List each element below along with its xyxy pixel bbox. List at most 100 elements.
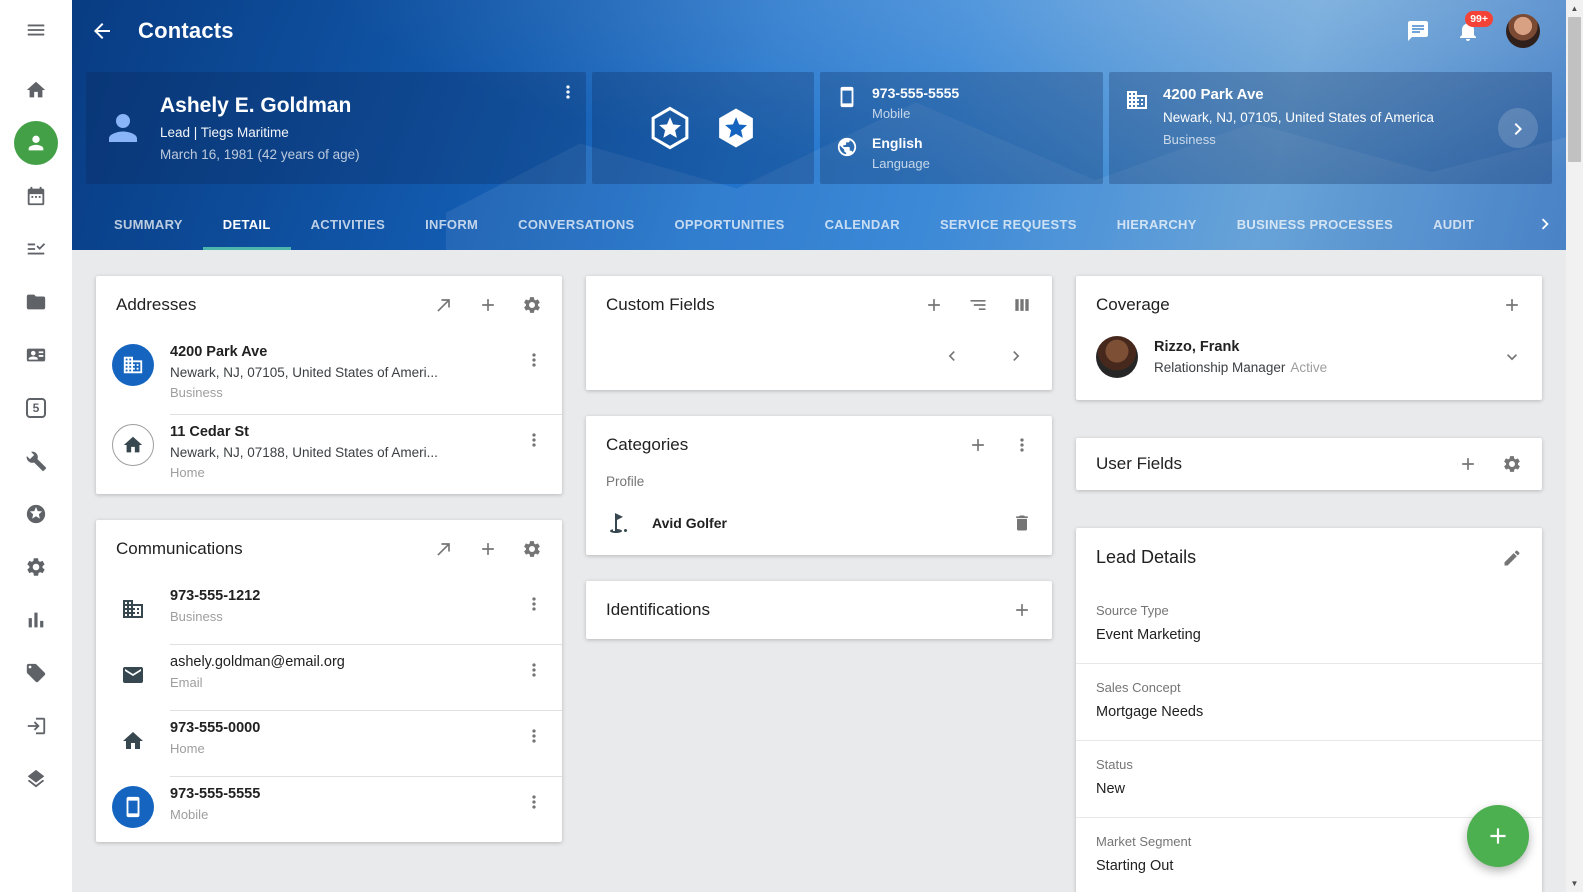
home-icon: [112, 720, 154, 762]
address-row-menu-button[interactable]: [524, 430, 544, 450]
address-next-button[interactable]: [1498, 108, 1538, 148]
addresses-open-button[interactable]: [434, 295, 454, 315]
tab-service-requests[interactable]: SERVICE REQUESTS: [920, 198, 1097, 250]
tab-activities[interactable]: ACTIVITIES: [291, 198, 406, 250]
user-fields-settings-button[interactable]: [1502, 454, 1522, 474]
kebab-icon: [524, 660, 544, 680]
column-1: Addresses 4200 Park Ave Newark, NJ, 0710…: [96, 276, 562, 842]
sidebar-item-contact-card[interactable]: [14, 333, 58, 377]
mobile-icon: [836, 86, 858, 108]
exit-icon: [25, 715, 47, 737]
scroll-up-arrow[interactable]: ▲: [1566, 0, 1583, 17]
communication-row-menu-button[interactable]: [524, 726, 544, 746]
tab-audit[interactable]: AUDIT: [1413, 198, 1494, 250]
tab-hierarchy[interactable]: HIERARCHY: [1097, 198, 1217, 250]
communication-row-menu-button[interactable]: [524, 792, 544, 812]
coverage-card: Coverage Rizzo, Frank Relationship Manag…: [1076, 276, 1542, 400]
communication-type: Email: [170, 675, 508, 690]
categories-menu-button[interactable]: [1012, 435, 1032, 455]
sidebar-item-speed-dial[interactable]: 5: [14, 386, 58, 430]
notifications-button[interactable]: 99+: [1456, 19, 1480, 43]
sidebar-item-offers[interactable]: [14, 651, 58, 695]
tab-opportunities[interactable]: OPPORTUNITIES: [655, 198, 805, 250]
address-row[interactable]: 4200 Park Ave Newark, NJ, 07105, United …: [96, 334, 562, 414]
primary-address-card: 4200 Park Ave Newark, NJ, 07105, United …: [1109, 72, 1552, 184]
identity-menu-button[interactable]: [558, 82, 578, 102]
tab-conversations[interactable]: CONVERSATIONS: [498, 198, 654, 250]
mobile-icon: [112, 786, 154, 828]
address-city-line: Newark, NJ, 07188, United States of Amer…: [170, 445, 508, 460]
communication-row-menu-button[interactable]: [524, 594, 544, 614]
back-arrow-icon: [90, 19, 114, 43]
sidebar-item-badges[interactable]: [14, 492, 58, 536]
badges-card: [592, 72, 814, 184]
sidebar-item-signout[interactable]: [14, 704, 58, 748]
communication-row[interactable]: 973-555-5555 Mobile: [96, 776, 562, 842]
address-row[interactable]: 11 Cedar St Newark, NJ, 07188, United St…: [96, 414, 562, 494]
address-type: Home: [170, 465, 508, 480]
hexagon-star-badge-icon[interactable]: [647, 105, 693, 151]
sort-icon: [968, 295, 988, 315]
communication-row[interactable]: 973-555-1212 Business: [96, 578, 562, 644]
plus-icon: [1458, 454, 1478, 474]
sidebar-item-home[interactable]: [14, 68, 58, 112]
tabs-overflow-button[interactable]: [1534, 213, 1556, 235]
categories-add-button[interactable]: [968, 435, 988, 455]
custom-fields-sort-button[interactable]: [968, 295, 988, 315]
identifications-card: Identifications: [586, 581, 1052, 639]
communications-settings-button[interactable]: [522, 539, 542, 559]
tab-business-processes[interactable]: BUSINESS PROCESSES: [1217, 198, 1413, 250]
communication-row-menu-button[interactable]: [524, 660, 544, 680]
lead-details-edit-button[interactable]: [1502, 548, 1522, 568]
tab-detail[interactable]: DETAIL: [203, 198, 291, 250]
sidebar-item-layers[interactable]: [14, 757, 58, 801]
category-label: Avid Golfer: [652, 515, 990, 531]
hexagon-star-badge-filled-icon[interactable]: [713, 105, 759, 151]
sidebar-item-settings[interactable]: [14, 545, 58, 589]
custom-fields-add-button[interactable]: [924, 295, 944, 315]
coverage-add-button[interactable]: [1502, 295, 1522, 315]
address-type-label: Business: [1163, 132, 1434, 147]
sidebar-item-contacts[interactable]: [14, 121, 58, 165]
kebab-icon: [1012, 435, 1032, 455]
communications-open-button[interactable]: [434, 539, 454, 559]
communications-add-button[interactable]: [478, 539, 498, 559]
field-label: Source Type: [1096, 603, 1522, 618]
category-row[interactable]: Avid Golfer: [586, 501, 1052, 555]
addresses-add-button[interactable]: [478, 295, 498, 315]
custom-fields-card: Custom Fields: [586, 276, 1052, 390]
coverage-row[interactable]: Rizzo, Frank Relationship ManagerActive: [1076, 334, 1542, 400]
plus-icon: [1012, 600, 1032, 620]
menu-button[interactable]: [14, 8, 58, 52]
coverage-expand-button[interactable]: [1502, 347, 1522, 367]
sidebar-item-tools[interactable]: [14, 439, 58, 483]
addresses-settings-button[interactable]: [522, 295, 542, 315]
tab-calendar[interactable]: CALENDAR: [805, 198, 920, 250]
category-delete-button[interactable]: [1012, 513, 1032, 533]
scroll-down-arrow[interactable]: ▼: [1566, 875, 1583, 892]
sidebar-item-tasks[interactable]: [14, 227, 58, 271]
communication-row[interactable]: ashely.goldman@email.org Email: [96, 644, 562, 710]
custom-fields-prev-button[interactable]: [942, 346, 962, 366]
profile-summary-strip: Ashely E. Goldman Lead | Tiegs Maritime …: [72, 62, 1566, 198]
scrollbar-thumb[interactable]: [1568, 17, 1581, 162]
tab-inform[interactable]: INFORM: [405, 198, 498, 250]
identifications-add-button[interactable]: [1012, 600, 1032, 620]
coverage-role: Relationship Manager: [1154, 360, 1285, 375]
user-fields-add-button[interactable]: [1458, 454, 1478, 474]
user-avatar[interactable]: [1506, 14, 1540, 48]
communication-type: Mobile: [170, 807, 508, 822]
page-header: Contacts 99+ Ashely E. Goldman Lead: [72, 0, 1566, 250]
address-row-menu-button[interactable]: [524, 350, 544, 370]
custom-fields-columns-button[interactable]: [1012, 295, 1032, 315]
sidebar-item-calendar[interactable]: [14, 174, 58, 218]
tab-summary[interactable]: SUMMARY: [94, 198, 203, 250]
messages-button[interactable]: [1406, 19, 1430, 43]
add-fab-button[interactable]: [1467, 805, 1529, 867]
sidebar-item-reports[interactable]: [14, 598, 58, 642]
back-button[interactable]: [90, 19, 114, 43]
vertical-scrollbar[interactable]: ▲ ▼: [1566, 0, 1583, 892]
custom-fields-next-button[interactable]: [1006, 346, 1026, 366]
sidebar-item-documents[interactable]: [14, 280, 58, 324]
communication-row[interactable]: 973-555-0000 Home: [96, 710, 562, 776]
